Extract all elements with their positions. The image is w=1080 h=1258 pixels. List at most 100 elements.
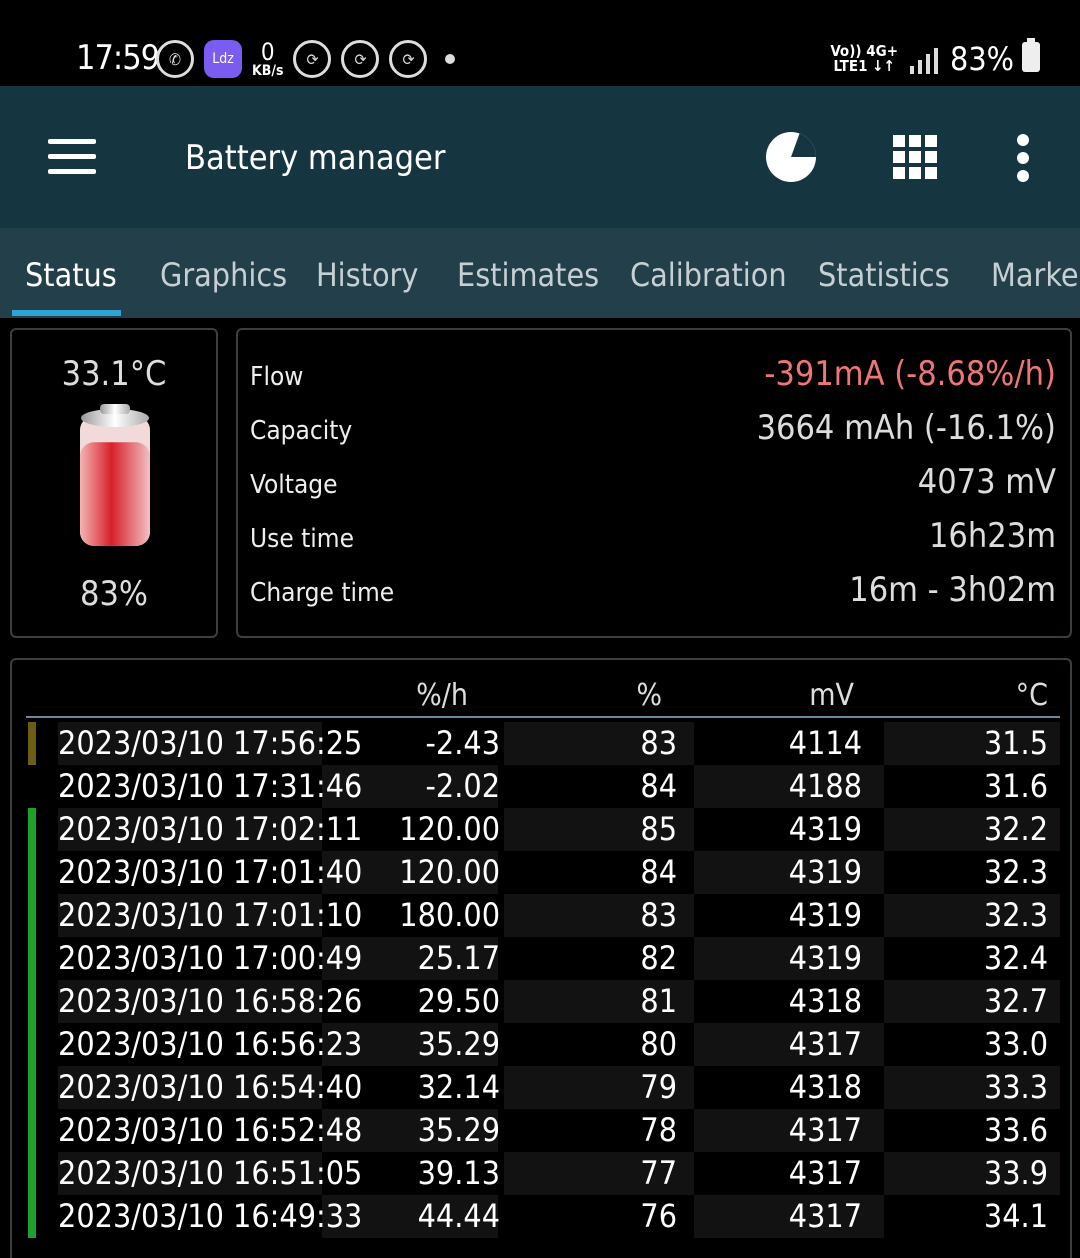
row-voltage: 4318 [788, 1068, 862, 1106]
row-percent: 84 [640, 767, 677, 805]
charge-time-value: 16m - 3h02m [849, 570, 1056, 610]
table-row[interactable]: 2023/03/10 16:56:23 35.29 80 4317 33.0 [12, 1023, 1070, 1066]
row-marker [28, 1195, 36, 1238]
table-row[interactable]: 2023/03/10 17:56:25 -2.43 83 4114 31.5 [12, 722, 1070, 765]
grid-icon[interactable] [893, 135, 937, 179]
use-time-label: Use time [250, 524, 354, 554]
row-marker [28, 722, 36, 765]
row-percent: 77 [640, 1154, 677, 1192]
tab-calibration[interactable]: Calibration [630, 256, 787, 294]
row-timestamp: 2023/03/10 16:51:05 [58, 1154, 363, 1192]
table-row[interactable]: 2023/03/10 16:52:48 35.29 78 4317 33.6 [12, 1109, 1070, 1152]
net-speed: 0 KB/s [252, 40, 283, 78]
flow-value: -391mA (-8.68%/h) [764, 354, 1056, 394]
table-row[interactable]: 2023/03/10 17:01:10 180.00 83 4319 32.3 [12, 894, 1070, 937]
sync-icon: ⟳ [389, 40, 428, 78]
row-rate: 32.14 [417, 1068, 500, 1106]
table-row[interactable]: 2023/03/10 17:31:46 -2.02 84 4188 31.6 [12, 765, 1070, 808]
row-marker [28, 1152, 36, 1195]
tab-marker[interactable]: Marker [991, 256, 1080, 294]
row-timestamp: 2023/03/10 17:01:40 [58, 853, 363, 891]
row-rate: -2.43 [425, 724, 500, 762]
row-temperature: 33.6 [983, 1111, 1048, 1149]
row-voltage: 4114 [788, 724, 862, 762]
system-icons: Vo)) 4G+ LTE1 ↓↑ 83% [830, 40, 1014, 78]
row-percent: 79 [640, 1068, 677, 1106]
more-vert-icon[interactable] [1016, 134, 1030, 182]
row-temperature: 32.3 [983, 896, 1048, 934]
menu-icon[interactable] [48, 139, 96, 175]
battery-details-card[interactable]: Flow -391mA (-8.68%/h) Capacity 3664 mAh… [236, 328, 1072, 638]
tab-indicator [12, 310, 121, 316]
row-rate: 39.13 [417, 1154, 500, 1192]
row-timestamp: 2023/03/10 16:56:23 [58, 1025, 363, 1063]
table-row[interactable]: 2023/03/10 16:49:33 44.44 76 4317 34.1 [12, 1195, 1070, 1238]
tab-estimates[interactable]: Estimates [457, 256, 599, 294]
header-percent: % [636, 678, 662, 713]
row-rate: -2.02 [425, 767, 500, 805]
row-percent: 80 [640, 1025, 677, 1063]
pie-chart-icon[interactable] [766, 132, 816, 182]
row-voltage: 4318 [788, 982, 862, 1020]
row-timestamp: 2023/03/10 17:02:11 [58, 810, 363, 848]
row-rate: 44.44 [417, 1197, 500, 1235]
row-timestamp: 2023/03/10 16:58:26 [58, 982, 363, 1020]
row-marker [28, 980, 36, 1023]
flow-label: Flow [250, 362, 304, 392]
row-percent: 84 [640, 853, 677, 891]
row-percent: 82 [640, 939, 677, 977]
table-row[interactable]: 2023/03/10 17:01:40 120.00 84 4319 32.3 [12, 851, 1070, 894]
battery-level-icon [80, 404, 150, 546]
row-voltage: 4319 [788, 896, 862, 934]
row-rate: 35.29 [417, 1111, 500, 1149]
row-rate: 120.00 [399, 810, 500, 848]
row-voltage: 4319 [788, 939, 862, 977]
row-marker [28, 937, 36, 980]
ldz-app-icon: Ldz [204, 40, 242, 78]
row-temperature: 33.3 [983, 1068, 1048, 1106]
charge-time-label: Charge time [250, 578, 395, 608]
header-rate: %/h [416, 678, 468, 713]
capacity-value: 3664 mAh (-16.1%) [756, 408, 1056, 448]
sync-icon: ⟳ [341, 40, 380, 78]
row-temperature: 32.4 [983, 939, 1048, 977]
row-marker [28, 1023, 36, 1066]
row-temperature: 31.6 [983, 767, 1048, 805]
net-speed-value: 0 [260, 38, 275, 66]
history-table[interactable]: %/h % mV °C 2023/03/10 17:56:25 -2.43 83 41… [10, 658, 1072, 1258]
row-voltage: 4319 [788, 853, 862, 891]
row-rate: 29.50 [417, 982, 500, 1020]
battery-summary-card[interactable]: 33.1°C 83% [10, 328, 218, 638]
tab-bar: Status Graphics History Estimates Calibr… [0, 228, 1080, 318]
tab-status[interactable]: Status [25, 256, 117, 294]
table-row[interactable]: 2023/03/10 16:58:26 29.50 81 4318 32.7 [12, 980, 1070, 1023]
table-row[interactable]: 2023/03/10 17:00:49 25.17 82 4319 32.4 [12, 937, 1070, 980]
network-indicator: Vo)) 4G+ LTE1 ↓↑ [830, 44, 898, 74]
status-bar: 17:59 ✆ Ldz 0 KB/s ⟳ ⟳ ⟳ Vo)) 4G+ LTE1 ↓… [0, 0, 1080, 86]
row-percent: 83 [640, 896, 677, 934]
row-timestamp: 2023/03/10 17:01:10 [58, 896, 363, 934]
table-row[interactable]: 2023/03/10 16:51:05 39.13 77 4317 33.9 [12, 1152, 1070, 1195]
clock: 17:59 [76, 38, 160, 78]
app-title: Battery manager [185, 138, 446, 178]
row-percent: 81 [640, 982, 677, 1020]
dot-icon [445, 54, 456, 64]
row-marker [28, 1066, 36, 1109]
table-row[interactable]: 2023/03/10 16:54:40 32.14 79 4318 33.3 [12, 1066, 1070, 1109]
tab-graphics[interactable]: Graphics [160, 256, 287, 294]
voltage-value: 4073 mV [917, 462, 1056, 502]
table-row[interactable]: 2023/03/10 17:02:11 120.00 85 4319 32.2 [12, 808, 1070, 851]
notification-icons: ✆ Ldz 0 KB/s ⟳ ⟳ ⟳ [156, 40, 456, 78]
row-voltage: 4319 [788, 810, 862, 848]
row-temperature: 33.9 [983, 1154, 1048, 1192]
net-speed-unit: KB/s [252, 63, 284, 79]
row-percent: 78 [640, 1111, 677, 1149]
use-time-value: 16h23m [928, 516, 1056, 556]
header-divider [26, 716, 1060, 718]
tab-history[interactable]: History [316, 256, 418, 294]
header-voltage: mV [809, 678, 854, 713]
tab-statistics[interactable]: Statistics [818, 256, 950, 294]
row-rate: 180.00 [399, 896, 500, 934]
row-temperature: 31.5 [983, 724, 1048, 762]
row-marker [28, 808, 36, 851]
